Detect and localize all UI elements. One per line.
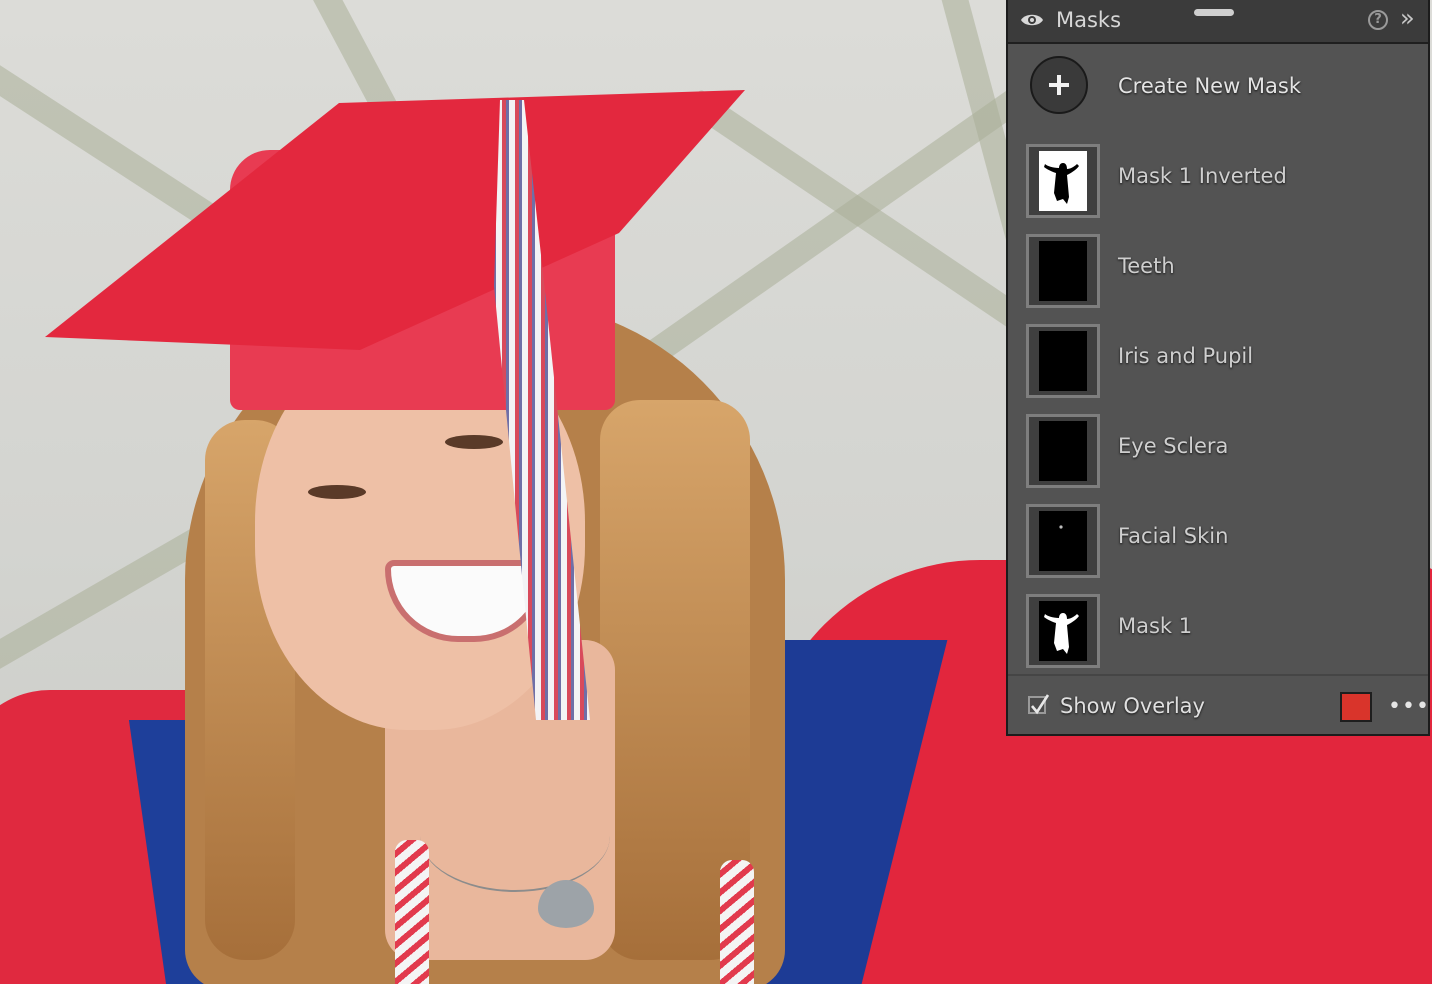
show-overlay-checkbox[interactable] <box>1028 694 1050 715</box>
skin-dot-icon <box>1059 525 1063 529</box>
figure-silhouette-icon <box>1044 613 1079 654</box>
mask-thumbnail <box>1026 414 1100 488</box>
mask-thumbnail-fill <box>1039 511 1087 571</box>
mask-item-iris-and-pupil[interactable]: Iris and Pupil <box>1008 320 1428 410</box>
mask-thumbnail <box>1026 504 1100 578</box>
more-horizontal-icon[interactable]: ••• <box>1388 694 1430 719</box>
mask-label: Teeth <box>1118 254 1175 278</box>
masks-panel: Masks ? » Create New Mask Mask 1 Inverte… <box>1006 0 1430 736</box>
honor-cord <box>395 840 429 984</box>
mask-label: Eye Sclera <box>1118 434 1229 458</box>
mask-thumbnail-fill <box>1039 421 1087 481</box>
eye-left <box>308 485 366 499</box>
double-chevron-right-icon[interactable]: » <box>1400 4 1415 32</box>
mask-item-mask-1[interactable]: Mask 1 <box>1008 590 1428 680</box>
mask-thumbnail-fill <box>1039 331 1087 391</box>
mortarboard <box>45 90 745 350</box>
checkmark-icon <box>1031 694 1050 715</box>
mask-item-mask-1-inverted[interactable]: Mask 1 Inverted <box>1008 140 1428 230</box>
show-overlay-label: Show Overlay <box>1060 694 1205 718</box>
panel-title: Masks <box>1056 8 1122 32</box>
mask-item-teeth[interactable]: Teeth <box>1008 230 1428 320</box>
mask-label: Facial Skin <box>1118 524 1229 548</box>
mask-label: Iris and Pupil <box>1118 344 1254 368</box>
figure-silhouette-icon <box>1044 163 1079 204</box>
mask-label: Mask 1 <box>1118 614 1193 638</box>
create-new-mask-button[interactable] <box>1030 56 1088 114</box>
panel-header: Masks ? » <box>1008 0 1428 44</box>
mask-thumbnail <box>1026 324 1100 398</box>
honor-cord <box>720 860 754 984</box>
overlay-color-swatch[interactable] <box>1340 692 1372 722</box>
create-new-mask-row[interactable]: Create New Mask <box>1008 44 1428 130</box>
necklace <box>420 780 610 892</box>
eye-icon[interactable] <box>1020 12 1044 28</box>
mask-thumbnail <box>1026 594 1100 668</box>
plus-icon <box>1049 75 1069 95</box>
show-overlay-row: Show Overlay ••• <box>1008 676 1430 734</box>
mask-item-eye-sclera[interactable]: Eye Sclera <box>1008 410 1428 500</box>
mask-thumbnail-fill <box>1039 601 1087 661</box>
eye-right <box>445 435 503 449</box>
mask-thumbnail-fill <box>1039 241 1087 301</box>
drag-handle-icon[interactable] <box>1194 9 1234 16</box>
create-new-mask-label: Create New Mask <box>1118 74 1302 98</box>
help-circle-icon[interactable]: ? <box>1368 10 1388 30</box>
mask-label: Mask 1 Inverted <box>1118 164 1287 188</box>
mask-thumbnail-fill <box>1039 151 1087 211</box>
mask-thumbnail <box>1026 234 1100 308</box>
mask-item-facial-skin[interactable]: Facial Skin <box>1008 500 1428 590</box>
mask-thumbnail <box>1026 144 1100 218</box>
